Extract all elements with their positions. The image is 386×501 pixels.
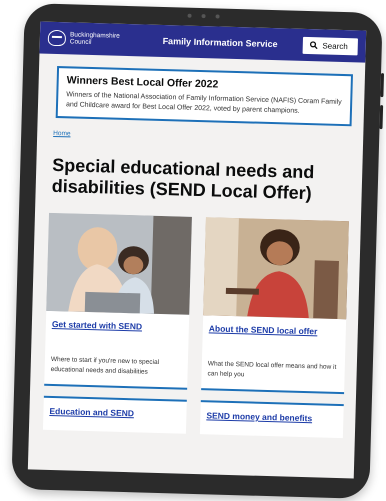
side-button: [380, 73, 385, 98]
card-image-smiling-child: [203, 217, 349, 320]
card-image-mother-child: [46, 212, 192, 315]
card-grid: Get started with SEND Where to start if …: [41, 212, 349, 439]
service-name[interactable]: Family Information Service: [146, 35, 295, 49]
card-title-link[interactable]: Education and SEND: [49, 406, 180, 420]
council-logo-icon: [47, 29, 67, 47]
card-description: What the SEND local offer means and how …: [207, 360, 337, 378]
search-button-label: Search: [322, 40, 348, 51]
search-button[interactable]: Search: [302, 36, 359, 55]
card-description: Where to start if you're new to special …: [50, 355, 160, 376]
card-title-link[interactable]: SEND money and benefits: [206, 410, 337, 424]
award-notice: Winners Best Local Offer 2022 Winners of…: [55, 66, 353, 127]
camera-dots: [187, 13, 220, 19]
side-button: [379, 105, 384, 130]
page-title: Special educational needs and disabiliti…: [51, 154, 315, 204]
card-education[interactable]: Education and SEND: [42, 395, 187, 434]
council-logo[interactable]: Buckinghamshire Council: [47, 29, 138, 49]
card-photo-illustration: [203, 217, 349, 320]
tablet-screen: Buckinghamshire Council Family Informati…: [27, 21, 367, 479]
card-about-local-offer[interactable]: About the SEND local offer What the SEND…: [201, 217, 349, 395]
main-content: Winners Best Local Offer 2022 Winners of…: [29, 54, 365, 439]
card-money-benefits[interactable]: SEND money and benefits: [199, 400, 344, 439]
council-name-line2: Council: [69, 38, 92, 46]
card-photo-illustration: [46, 212, 192, 315]
breadcrumb-home[interactable]: Home: [53, 130, 351, 145]
tablet-device: Buckinghamshire Council Family Informati…: [11, 3, 385, 499]
search-icon: [309, 41, 318, 50]
notice-body: Winners of the National Association of F…: [65, 91, 342, 115]
card-get-started[interactable]: Get started with SEND Where to start if …: [44, 212, 192, 390]
